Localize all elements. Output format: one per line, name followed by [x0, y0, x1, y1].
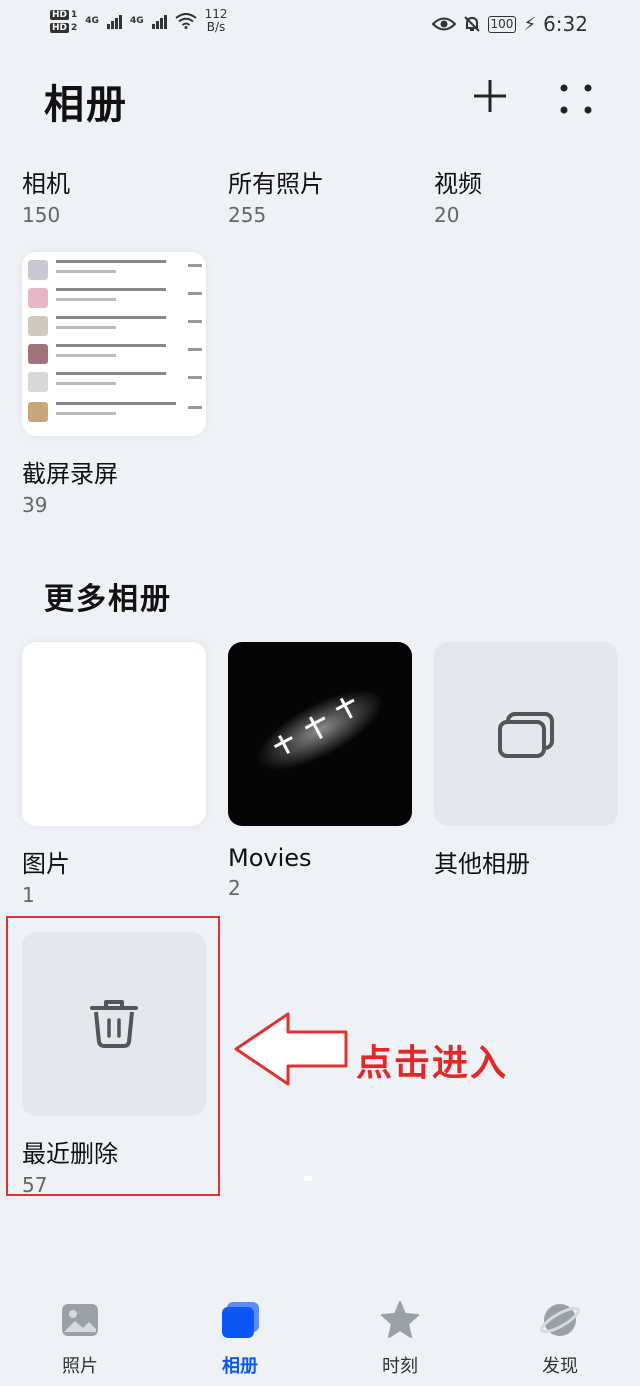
section-title-more-albums: 更多相册 [44, 582, 172, 617]
network-type-2: 4G [129, 16, 144, 26]
album-pictures[interactable]: 图片 1 [22, 844, 70, 907]
star-icon [381, 1301, 419, 1338]
album-count: 1 [22, 883, 35, 907]
page-title: 相册 [44, 82, 128, 128]
album-name: 其他相册 [434, 850, 530, 878]
album-count: 20 [434, 203, 460, 227]
album-name: 图片 [22, 850, 70, 878]
nav-tab-photos[interactable]: 照片 [30, 1300, 130, 1380]
nav-label: 发现 [542, 1356, 578, 1377]
album-name: 所有照片 [228, 170, 324, 198]
clock: 6:32 [543, 12, 588, 36]
mute-bell-icon [463, 16, 480, 32]
page-indicator [304, 1176, 312, 1181]
album-pictures-thumbnail[interactable] [22, 642, 206, 826]
album-name: 截屏录屏 [22, 460, 118, 488]
album-count: 150 [22, 203, 61, 227]
album-videos[interactable]: 视频 20 [434, 164, 482, 227]
nav-tab-discover[interactable]: 发现 [510, 1300, 610, 1380]
charging-icon: ⚡ [523, 13, 537, 35]
planet-icon [540, 1304, 580, 1336]
signal-icon [106, 13, 122, 29]
album-count: 255 [228, 203, 267, 227]
more-options-button[interactable] [556, 80, 596, 116]
status-bar-right: 100 ⚡ 6:32 [431, 12, 588, 36]
hd-indicators: HD 1 HD 2 [50, 9, 78, 33]
album-name: 相机 [22, 170, 70, 198]
wifi-icon [174, 13, 197, 29]
album-others-thumbnail[interactable] [434, 642, 618, 826]
album-count: 2 [228, 876, 241, 900]
album-movies-thumbnail[interactable] [228, 642, 412, 826]
album-name: 视频 [434, 170, 482, 198]
album-icon [222, 1302, 259, 1338]
eye-icon [431, 17, 456, 31]
photo-icon [62, 1304, 98, 1336]
album-name: Movies [228, 844, 312, 872]
battery-indicator: 100 [487, 15, 517, 33]
movie-cover-image [256, 689, 384, 771]
nav-tab-moments[interactable]: 时刻 [350, 1300, 450, 1380]
hd1-indicator: HD 1 [50, 9, 78, 20]
album-screenshots-thumbnail[interactable] [22, 252, 206, 436]
hd2-indicator: HD 2 [50, 22, 78, 33]
albums-stack-icon [498, 712, 554, 758]
nav-label: 照片 [62, 1356, 98, 1377]
annotation-highlight-box [6, 916, 220, 1196]
nav-label: 时刻 [382, 1356, 418, 1377]
album-movies[interactable]: Movies 2 [228, 844, 312, 900]
annotation-text: 点击进入 [356, 1043, 509, 1084]
signal-icon [151, 13, 167, 29]
album-count: 39 [22, 493, 48, 517]
add-album-button[interactable] [472, 78, 508, 114]
network-speed: 112 B/s [204, 7, 228, 34]
arrow-left-icon [234, 1012, 348, 1086]
nav-label: 相册 [222, 1356, 258, 1377]
status-bar-left: HD 1 HD 2 4G 4G 112 B/s [50, 8, 228, 34]
album-screenshots[interactable]: 截屏录屏 39 [22, 454, 118, 517]
network-type-1: 4G [85, 16, 99, 26]
album-others[interactable]: 其他相册 [434, 844, 530, 879]
album-all-photos[interactable]: 所有照片 255 [228, 164, 324, 227]
album-camera[interactable]: 相机 150 [22, 164, 70, 227]
nav-tab-albums[interactable]: 相册 [190, 1300, 290, 1380]
